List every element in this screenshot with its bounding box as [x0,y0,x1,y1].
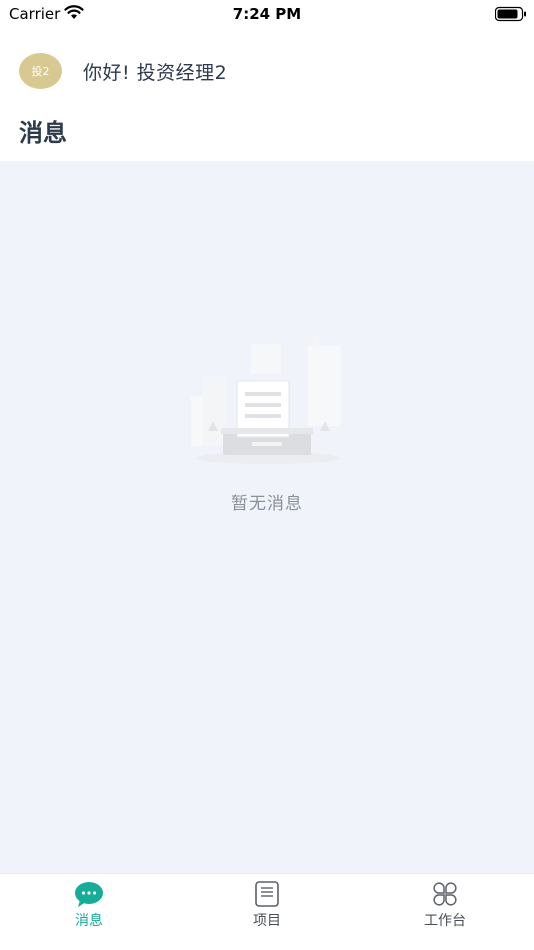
tab-projects[interactable]: 项目 [178,874,356,950]
empty-state-message: 暂无消息 [231,494,303,514]
status-bar: Carrier 7:24 PM [0,0,534,28]
greeting-text: 你好! 投资经理2 [83,62,228,84]
tab-bar: 消息 项目 工作台 [0,873,534,950]
tab-label: 项目 [253,913,281,929]
tab-label: 工作台 [424,913,466,929]
page-title: 消息 [19,119,67,147]
tab-label: 消息 [75,913,103,929]
message-list-area[interactable]: 暂无消息 [0,161,534,873]
document-icon [255,881,279,907]
greeting-header: 投2 你好! 投资经理2 [0,28,534,110]
empty-inbox-illustration [191,336,341,464]
battery-icon [495,6,526,22]
tab-messages[interactable]: 消息 [0,874,178,950]
workbench-icon [433,882,457,906]
tab-workbench[interactable]: 工作台 [356,874,534,950]
avatar[interactable]: 投2 [19,53,62,89]
chat-bubble-icon [75,882,103,907]
status-time: 7:24 PM [232,5,302,23]
